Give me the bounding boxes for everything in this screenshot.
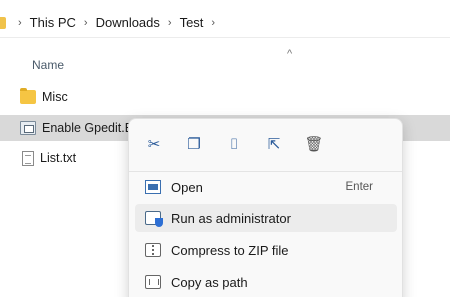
menu-item-label: Run as administrator <box>171 210 291 226</box>
menu-divider <box>129 171 402 172</box>
shield-icon <box>145 211 163 227</box>
folder-icon <box>20 88 36 104</box>
menu-item-run-as-administrator[interactable]: Run as administrator <box>135 204 397 232</box>
chevron-right-icon: › <box>83 16 88 29</box>
menu-item-shortcut: Enter <box>345 181 374 193</box>
path-icon <box>145 275 161 289</box>
breadcrumb-test[interactable]: Test <box>178 15 206 30</box>
menu-item-copy-as-path[interactable]: Copy as path <box>135 268 397 296</box>
menu-item-label: Copy as path <box>171 274 248 290</box>
chevron-right-icon: › <box>18 16 22 29</box>
share-icon[interactable]: ⇱ <box>263 133 285 155</box>
trash-icon[interactable]: 🗑 <box>303 133 325 155</box>
list-item[interactable]: Misc <box>0 84 450 110</box>
zip-icon <box>145 243 161 257</box>
context-menu-toolbar: ✂ ❐ ⌷ ⇱ 🗑 <box>129 129 402 159</box>
breadcrumb: › This PC › Downloads › Test › <box>0 8 450 38</box>
context-menu: ✂ ❐ ⌷ ⇱ 🗑 Open Enter Run as administrato… <box>128 118 403 297</box>
file-name: Enable Gpedit.BA <box>42 121 142 135</box>
breadcrumb-this-pc[interactable]: This PC <box>28 15 78 30</box>
scissors-icon[interactable]: ✂ <box>143 133 165 155</box>
file-name: Misc <box>42 90 68 104</box>
column-header-name[interactable]: Name <box>32 58 64 72</box>
menu-item-label: Compress to ZIP file <box>171 242 289 258</box>
copy-icon[interactable]: ❐ <box>183 133 205 155</box>
menu-item-compress-zip[interactable]: Compress to ZIP file <box>135 236 397 264</box>
breadcrumb-downloads[interactable]: Downloads <box>94 15 162 30</box>
batch-file-icon <box>20 121 36 135</box>
rename-icon[interactable]: ⌷ <box>223 133 245 155</box>
sort-ascending-icon: ^ <box>287 48 293 60</box>
chevron-right-icon: › <box>167 16 172 29</box>
chevron-right-icon[interactable]: › <box>205 17 221 29</box>
menu-item-open[interactable]: Open Enter <box>135 173 397 201</box>
file-name: List.txt <box>40 151 77 165</box>
text-file-icon <box>22 150 34 166</box>
open-icon <box>145 180 161 194</box>
folder-icon <box>0 16 6 29</box>
menu-item-label: Open <box>171 179 203 195</box>
